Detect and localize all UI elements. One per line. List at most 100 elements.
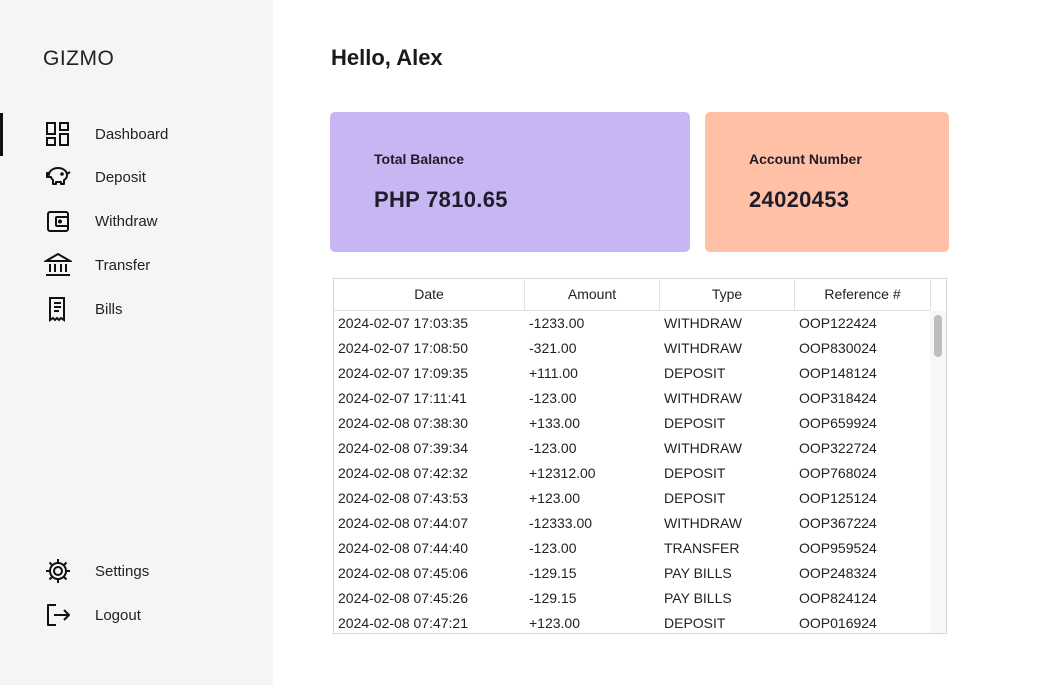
account-label: Account Number xyxy=(749,151,862,167)
account-value: 24020453 xyxy=(749,187,850,212)
cell-type: WITHDRAW xyxy=(664,390,743,406)
cell-date: 2024-02-07 17:11:41 xyxy=(338,390,467,406)
sidebar-item-label: Withdraw xyxy=(95,212,158,230)
column-header-reference[interactable]: Reference # xyxy=(795,279,931,310)
cell-reference: OOP367224 xyxy=(799,515,877,531)
cell-amount: -123.00 xyxy=(529,390,577,406)
cell-type: PAY BILLS xyxy=(664,590,732,606)
cell-type: WITHDRAW xyxy=(664,340,743,356)
sidebar-item-transfer[interactable]: Transfer xyxy=(0,245,273,285)
cell-reference: OOP768024 xyxy=(799,465,877,481)
cell-date: 2024-02-08 07:44:40 xyxy=(338,540,468,556)
cell-date: 2024-02-07 17:08:50 xyxy=(338,340,468,356)
cell-reference: OOP125124 xyxy=(799,490,877,506)
receipt-icon xyxy=(44,295,72,323)
table-row[interactable]: 2024-02-07 17:09:35 +111.00 DEPOSIT OOP1481… xyxy=(334,361,931,386)
cell-amount: -1233.00 xyxy=(529,315,585,331)
cell-reference: OOP122424 xyxy=(799,315,877,331)
sidebar-item-logout[interactable]: Logout xyxy=(0,595,273,635)
cell-date: 2024-02-08 07:43:53 xyxy=(338,490,468,506)
sidebar-item-label: Bills xyxy=(95,300,123,318)
cell-amount: -12333.00 xyxy=(529,515,593,531)
table-row[interactable]: 2024-02-08 07:45:06 -129.15 PAY BILLS OOP24… xyxy=(334,561,931,586)
cell-reference: OOP318424 xyxy=(799,390,877,406)
logout-icon xyxy=(44,601,72,629)
table-row[interactable]: 2024-02-08 07:38:30 +133.00 DEPOSIT OOP6599… xyxy=(334,411,931,436)
page-title: Hello, Alex xyxy=(331,45,443,70)
column-header-date[interactable]: Date xyxy=(334,279,525,310)
table-row[interactable]: 2024-02-08 07:42:32 +12312.00 DEPOSIT OOP76… xyxy=(334,461,931,486)
cell-amount: +111.00 xyxy=(529,365,578,381)
column-header-amount[interactable]: Amount xyxy=(525,279,660,310)
cell-amount: -123.00 xyxy=(529,440,577,456)
sidebar-item-label: Transfer xyxy=(95,256,151,274)
account-card: Account Number 24020453 xyxy=(705,112,949,252)
balance-label: Total Balance xyxy=(374,151,464,167)
cell-amount: -321.00 xyxy=(529,340,577,356)
cell-date: 2024-02-08 07:39:34 xyxy=(338,440,468,456)
cell-amount: -129.15 xyxy=(529,565,577,581)
cell-date: 2024-02-08 07:47:21 xyxy=(338,615,468,631)
table-row[interactable]: 2024-02-08 07:43:53 +123.00 DEPOSIT OOP1251… xyxy=(334,486,931,511)
cell-reference: OOP824124 xyxy=(799,590,877,606)
cell-reference: OOP659924 xyxy=(799,415,877,431)
cell-date: 2024-02-08 07:45:06 xyxy=(338,565,468,581)
cell-date: 2024-02-08 07:44:07 xyxy=(338,515,468,531)
cell-amount: -123.00 xyxy=(529,540,577,556)
cell-date: 2024-02-08 07:45:26 xyxy=(338,590,468,606)
transactions-table[interactable]: Date Amount Type Reference # 2024-02-07 … xyxy=(333,278,947,634)
cell-amount: +123.00 xyxy=(529,490,580,506)
cell-amount: +123.00 xyxy=(529,615,580,631)
cell-type: DEPOSIT xyxy=(664,415,726,431)
cell-reference: OOP016924 xyxy=(799,615,877,631)
sidebar-item-label: Settings xyxy=(95,562,150,580)
cell-type: WITHDRAW xyxy=(664,515,743,531)
table-body: 2024-02-07 17:03:35 -1233.00 WITHDRAW OOP12… xyxy=(334,311,931,633)
cell-amount: +133.00 xyxy=(529,415,580,431)
cell-date: 2024-02-08 07:38:30 xyxy=(338,415,468,431)
cell-date: 2024-02-07 17:09:35 xyxy=(338,365,468,381)
table-header: Date Amount Type Reference # xyxy=(334,279,931,311)
sidebar-item-label: Deposit xyxy=(95,168,146,186)
column-header-type[interactable]: Type xyxy=(660,279,795,310)
sidebar-item-bills[interactable]: Bills xyxy=(0,289,273,329)
table-row[interactable]: 2024-02-07 17:03:35 -1233.00 WITHDRAW OOP12… xyxy=(334,311,931,336)
wallet-icon xyxy=(44,207,72,235)
balance-card: Total Balance PHP 7810.65 xyxy=(330,112,690,252)
table-row[interactable]: 2024-02-08 07:47:21 +123.00 DEPOSIT OOP0169… xyxy=(334,611,931,633)
cell-reference: OOP830024 xyxy=(799,340,877,356)
cell-reference: OOP248324 xyxy=(799,565,877,581)
cell-reference: OOP959524 xyxy=(799,540,877,556)
sidebar-item-label: Logout xyxy=(95,606,141,624)
gear-icon xyxy=(44,557,72,585)
cell-type: TRANSFER xyxy=(664,540,740,556)
cell-type: DEPOSIT xyxy=(664,365,726,381)
sidebar-item-withdraw[interactable]: Withdraw xyxy=(0,201,273,241)
sidebar-item-dashboard[interactable]: Dashboard xyxy=(0,114,273,154)
bank-icon xyxy=(42,251,74,279)
table-row[interactable]: 2024-02-08 07:44:40 -123.00 TRANSFER OOP959… xyxy=(334,536,931,561)
dashboard-icon xyxy=(44,120,72,148)
sidebar-item-label: Dashboard xyxy=(95,125,169,143)
cell-type: WITHDRAW xyxy=(664,315,743,331)
cell-date: 2024-02-08 07:42:32 xyxy=(338,465,468,481)
cell-type: DEPOSIT xyxy=(664,490,726,506)
table-scrollbar[interactable] xyxy=(930,311,946,633)
table-row[interactable]: 2024-02-07 17:11:41 -123.00 WITHDRAW OOP318… xyxy=(334,386,931,411)
cell-type: PAY BILLS xyxy=(664,565,732,581)
table-row[interactable]: 2024-02-08 07:39:34 -123.00 WITHDRAW OOP322… xyxy=(334,436,931,461)
sidebar-item-deposit[interactable]: Deposit xyxy=(0,157,273,197)
sidebar: GIZMO Dashboard Deposit Withdraw Transfe… xyxy=(0,0,273,685)
piggy-bank-icon xyxy=(44,163,72,191)
table-row[interactable]: 2024-02-08 07:45:26 -129.15 PAY BILLS OOP82… xyxy=(334,586,931,611)
table-row[interactable]: 2024-02-07 17:08:50 -321.00 WITHDRAW OOP830… xyxy=(334,336,931,361)
cell-type: DEPOSIT xyxy=(664,465,726,481)
cell-reference: OOP322724 xyxy=(799,440,877,456)
scrollbar-thumb[interactable] xyxy=(934,315,942,357)
table-row[interactable]: 2024-02-08 07:44:07 -12333.00 WITHDRAW OOP3… xyxy=(334,511,931,536)
sidebar-item-settings[interactable]: Settings xyxy=(0,551,273,591)
cell-type: WITHDRAW xyxy=(664,440,743,456)
cell-reference: OOP148124 xyxy=(799,365,877,381)
main-content: Hello, Alex Total Balance PHP 7810.65 Ac… xyxy=(273,0,1060,685)
cell-date: 2024-02-07 17:03:35 xyxy=(338,315,468,331)
